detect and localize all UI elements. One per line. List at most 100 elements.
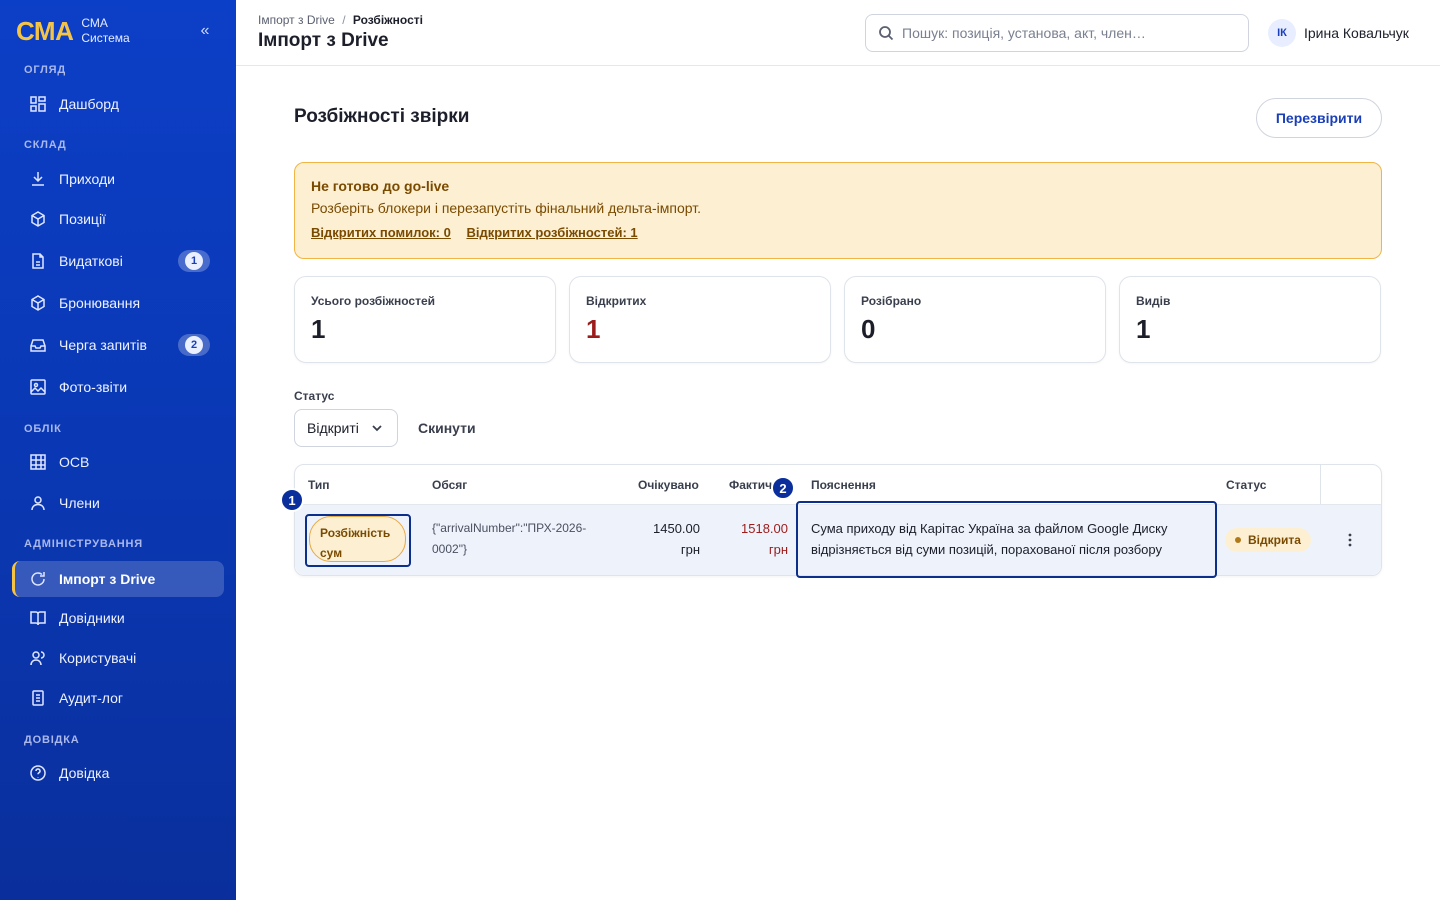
search-input[interactable]: [902, 25, 1222, 41]
sidebar-item-label: Довідники: [59, 610, 125, 626]
sidebar-item-label: Бронювання: [59, 295, 141, 311]
chevron-down-icon: [372, 425, 382, 432]
sidebar-item-label: Члени: [59, 495, 100, 511]
brand-text: СМА Система: [81, 16, 129, 46]
sidebar-item-label: Видаткові: [59, 253, 123, 269]
sidebar-item-directories[interactable]: Довідники: [12, 600, 224, 636]
help-icon: [29, 764, 47, 782]
search-box[interactable]: [865, 14, 1249, 52]
sidebar-item-bookings[interactable]: Бронювання: [12, 285, 224, 321]
sidebar-item-label: Імпорт з Drive: [59, 571, 156, 587]
stat-card-resolved: Розібрано 0: [844, 276, 1106, 363]
book-icon: [29, 609, 47, 627]
stat-value: 1: [311, 314, 326, 344]
sidebar-item-requests[interactable]: Черга запитів 2: [12, 327, 224, 363]
section-help: ДОВІДКА: [24, 734, 80, 746]
sidebar-item-help[interactable]: Довідка: [12, 755, 224, 791]
page-title: Імпорт з Drive: [258, 30, 389, 51]
sidebar-item-label: Черга запитів: [59, 337, 147, 353]
brand-line1: СМА: [81, 16, 108, 30]
alert-links: Відкритих помилок: 0 Відкритих розбіжнос…: [311, 225, 1365, 240]
stat-label: Відкритих: [586, 294, 647, 308]
search-icon: [879, 26, 894, 41]
grid-icon: [29, 95, 47, 113]
recheck-button[interactable]: Перезвірити: [1256, 98, 1382, 138]
column-header-explanation: Пояснення: [811, 478, 876, 492]
log-icon: [29, 689, 47, 707]
annotation-marker-1: 1: [280, 488, 304, 512]
count-badge: 2: [178, 334, 210, 356]
brand-logo: СМА: [16, 16, 74, 46]
sidebar-item-label: Аудит-лог: [59, 690, 123, 706]
alert-text: Розберіть блокери і перезапустіть фіналь…: [311, 200, 701, 216]
sidebar-item-label: Фото-звіти: [59, 379, 128, 395]
document-icon: [29, 252, 47, 270]
download-icon: [29, 170, 47, 188]
stat-label: Розібрано: [861, 294, 922, 308]
sidebar-item-dashboard[interactable]: Дашборд: [12, 86, 224, 122]
user-name: Ірина Ковальчук: [1304, 25, 1409, 41]
sidebar-item-osv[interactable]: ОСВ: [12, 444, 224, 480]
actual-cell: 1518.00 грн: [741, 521, 788, 557]
sidebar-item-drive-import[interactable]: Імпорт з Drive: [12, 561, 224, 597]
sidebar-item-arrivals[interactable]: Приходи: [12, 161, 224, 197]
breadcrumb: Імпорт з Drive / Розбіжності: [258, 13, 423, 27]
section-warehouse: СКЛАД: [24, 139, 67, 151]
sidebar-item-members[interactable]: Члени: [12, 485, 224, 521]
section-overview: ОГЛЯД: [24, 64, 66, 76]
sidebar-item-users[interactable]: Користувачі: [12, 640, 224, 676]
status-dot-icon: [1235, 537, 1241, 543]
top-header: Імпорт з Drive / Розбіжності Імпорт з Dr…: [236, 0, 1440, 66]
sidebar-item-positions[interactable]: Позиції: [12, 201, 224, 237]
open-discrepancies-link[interactable]: Відкритих розбіжностей: 1: [466, 225, 637, 240]
highlight-box-type: [305, 514, 411, 567]
collapse-sidebar-button[interactable]: «: [196, 22, 214, 42]
status-filter-value: Відкриті: [307, 420, 359, 436]
status-filter-select[interactable]: Відкриті: [294, 409, 398, 447]
stat-label: Усього розбіжностей: [311, 294, 436, 308]
status-filter-label: Статус: [294, 389, 335, 403]
status-badge-label: Відкрита: [1248, 533, 1301, 547]
table-row[interactable]: Розбіжність сум {"arrivalNumber":"ПРХ-20…: [295, 501, 1381, 578]
brand[interactable]: СМА СМА Система: [16, 16, 130, 46]
sidebar-item-audit[interactable]: Аудит-лог: [12, 680, 224, 716]
scope-cell: {"arrivalNumber":"ПРХ-2026-0002"}: [432, 521, 587, 556]
alert-title: Не готово до go-live: [311, 178, 450, 194]
column-header-scope: Обсяг: [432, 478, 468, 492]
open-errors-link[interactable]: Відкритих помилок: 0: [311, 225, 451, 240]
section-admin: АДМІНІСТРУВАННЯ: [24, 538, 143, 550]
column-header-expected: Очікувано: [638, 478, 699, 492]
stat-value: 1: [1136, 314, 1151, 344]
sidebar-item-photos[interactable]: Фото-звіти: [12, 369, 224, 405]
sidebar-item-label: Приходи: [59, 171, 115, 187]
user-icon: [29, 494, 47, 512]
status-badge: Відкрита: [1225, 528, 1311, 552]
stat-card-open: Відкритих 1: [569, 276, 831, 363]
users-icon: [29, 649, 47, 667]
table-icon: [29, 453, 47, 471]
sidebar-item-label: Довідка: [59, 765, 110, 781]
image-icon: [29, 378, 47, 396]
column-header-status: Статус: [1226, 478, 1267, 492]
stat-card-total: Усього розбіжностей 1: [294, 276, 556, 363]
brand-line2: Система: [81, 31, 130, 45]
column-header-type: Тип: [308, 478, 330, 492]
annotation-marker-2: 2: [771, 476, 795, 500]
section-title: Розбіжності звірки: [294, 106, 470, 127]
discrepancies-table: Тип Обсяг Очікувано Фактич Пояснення Ста…: [294, 464, 1382, 578]
count-badge-value: 2: [185, 336, 203, 354]
expected-cell: 1450.00 грн: [653, 521, 700, 557]
breadcrumb-parent[interactable]: Імпорт з Drive: [258, 13, 335, 27]
sidebar-item-label: Дашборд: [59, 96, 119, 112]
count-badge-value: 1: [185, 252, 203, 270]
user-menu[interactable]: ІК Ірина Ковальчук: [1268, 19, 1409, 47]
stat-label: Видів: [1136, 294, 1171, 308]
sidebar: СМА СМА Система « ОГЛЯД Дашборд СКЛАД Пр…: [0, 0, 236, 900]
box-icon: [29, 210, 47, 228]
sidebar-item-expenses[interactable]: Видаткові 1: [12, 243, 224, 279]
more-vertical-icon: [1348, 533, 1352, 547]
row-actions-button[interactable]: [1337, 527, 1363, 553]
reset-filter-button[interactable]: Скинути: [418, 420, 476, 436]
sidebar-item-label: ОСВ: [59, 454, 90, 470]
sidebar-item-label: Позиції: [59, 211, 106, 227]
